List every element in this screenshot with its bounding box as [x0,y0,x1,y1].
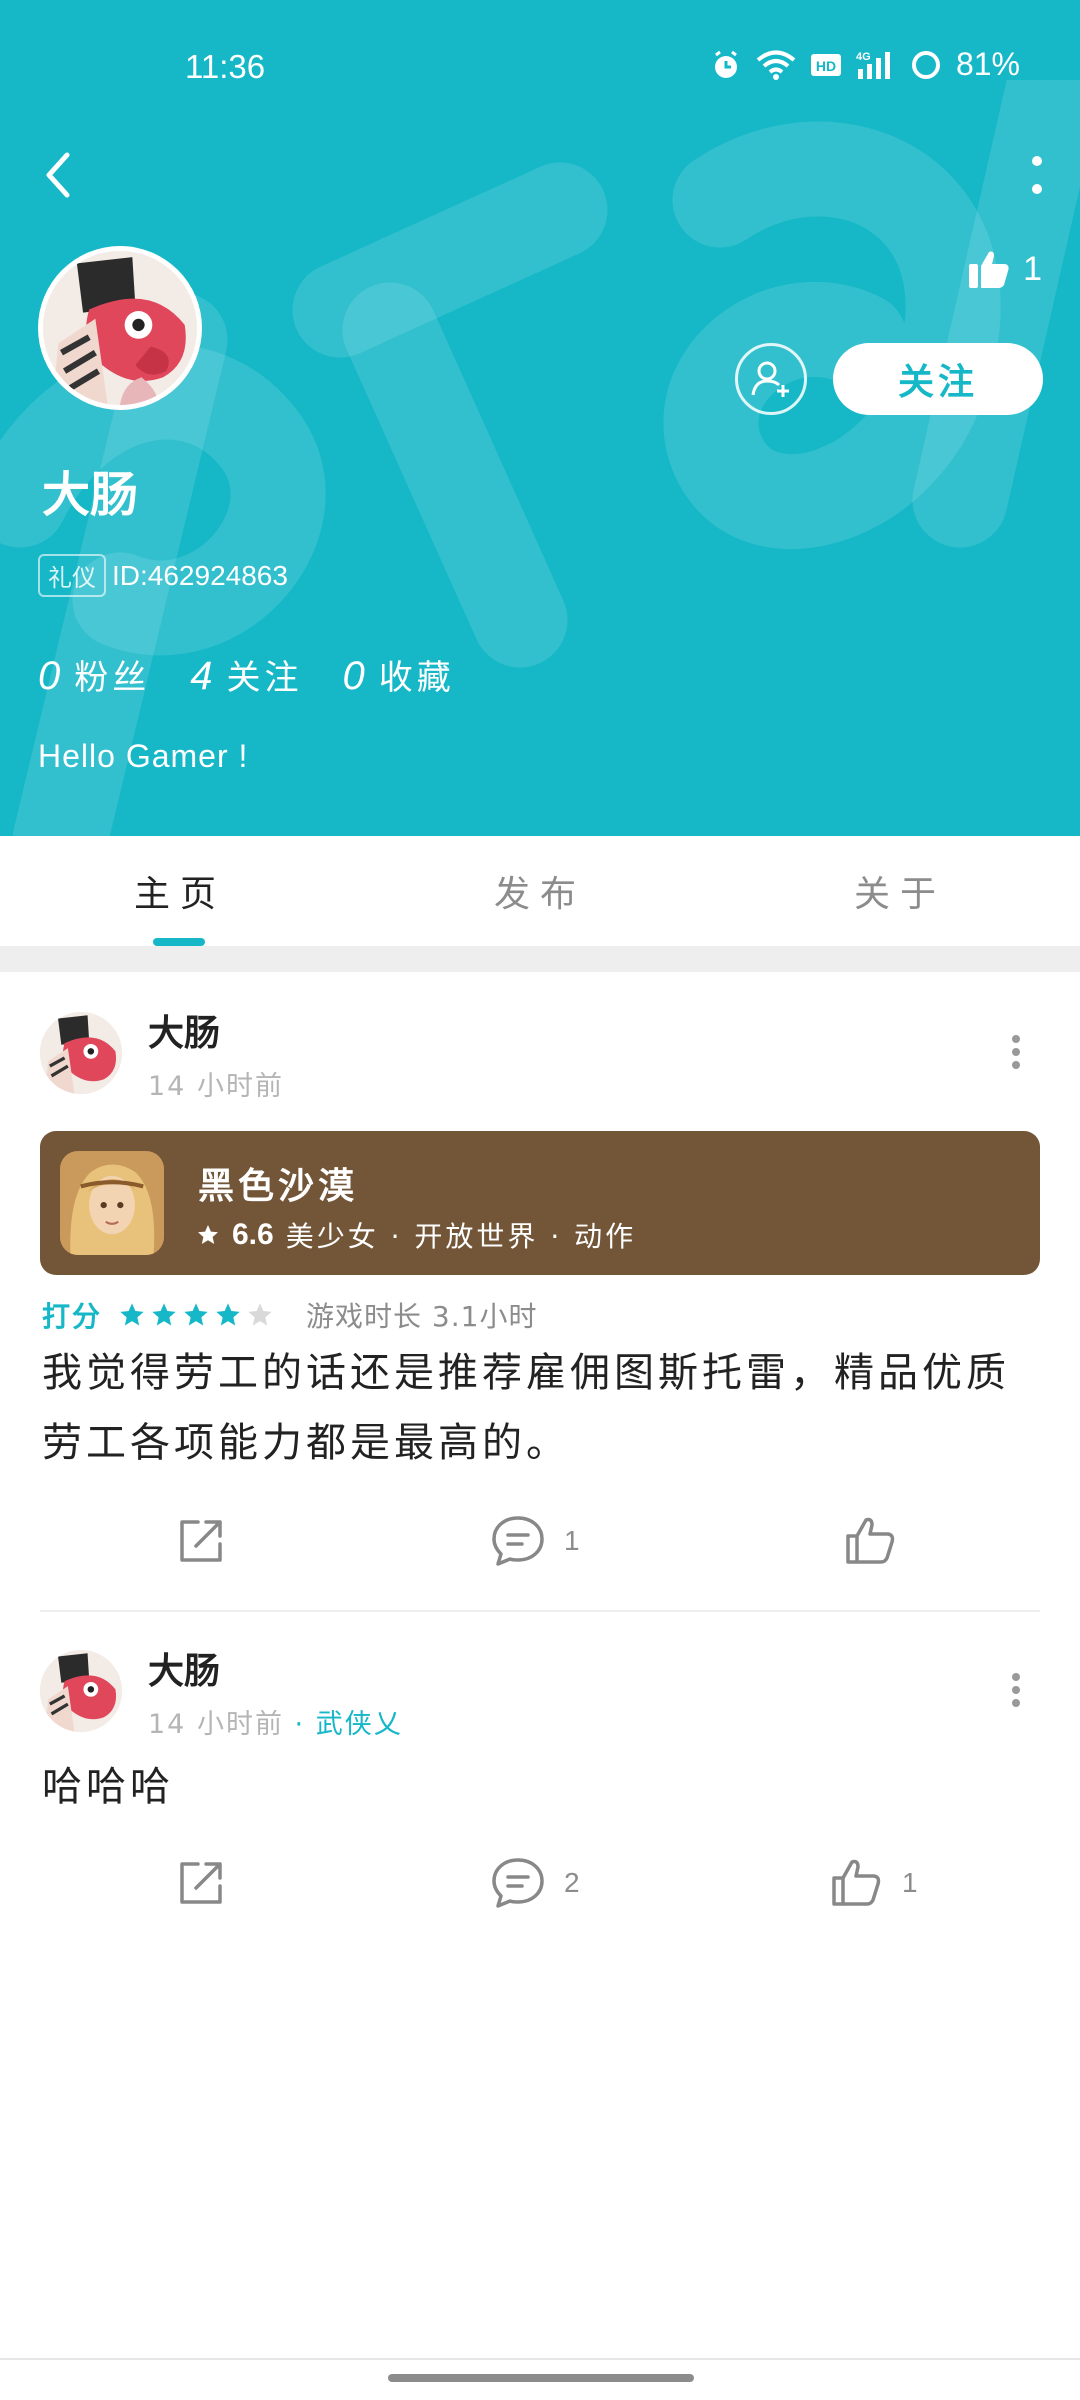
stat-num: 4 [190,654,213,698]
svg-text:4G: 4G [856,51,871,63]
comment-button[interactable]: 2 [490,1856,580,1910]
profile-header: 11:36 HD 4G 81% 1 关注 大肠 礼仪 ID:462924863 … [0,0,1080,836]
stat-label: 收藏 [378,658,455,698]
rating-stars [118,1301,274,1329]
stat-label: 关注 [226,658,303,698]
game-icon [60,1151,164,1255]
section-divider [0,946,1080,972]
game-name: 黑色沙漠 [198,1166,359,1207]
alarm-icon [710,49,742,81]
home-indicator[interactable] [388,2374,694,2382]
tab-about[interactable]: 关于 [720,836,1080,946]
stat-following[interactable]: 4 关注 [190,650,302,699]
profile-like-button[interactable]: 1 [967,248,1042,290]
thumbs-up-icon [832,1859,881,1906]
post-author-name[interactable]: 大肠 [148,1642,403,1694]
comment-icon [492,1858,544,1908]
playtime: 游戏时长 3.1小时 [306,1300,538,1333]
tab-active-indicator [153,938,205,946]
star-filled-icon [216,1303,240,1326]
profile-like-count: 1 [1023,249,1042,288]
tab-home[interactable]: 主页 [0,836,360,946]
battery-icon [910,49,942,81]
post-header: 大肠 14 小时前 · 武侠乂 [40,1642,403,1741]
thumbs-up-icon [969,251,1009,288]
more-vertical-icon [1012,1035,1020,1069]
star-empty-icon [248,1303,272,1326]
user-id: ID:462924863 [112,559,288,591]
bottom-divider [0,2358,1080,2360]
game-tags: 美少女 · 开放世界 · 动作 [285,1220,637,1253]
star-filled-icon [120,1303,144,1326]
stat-num: 0 [342,654,365,698]
post-body: 我觉得劳工的话还是推荐雇佣图斯托雷，精品优质劳工各项能力都是最高的。 [42,1350,1010,1466]
post-more-button[interactable] [996,1660,1036,1720]
rating-label: 打分 [42,1300,103,1333]
share-icon [180,1520,222,1562]
status-time: 11:36 [185,48,266,85]
star-filled-icon [184,1303,208,1326]
comment-icon [492,1516,544,1566]
like-button[interactable]: 1 [830,1856,918,1910]
post-separator [40,1610,1040,1612]
like-count: 1 [902,1867,918,1898]
comment-count: 1 [564,1525,580,1556]
rating-row: 打分 游戏时长 3.1小时 [42,1295,537,1335]
share-button[interactable] [174,1514,228,1568]
post-author-name[interactable]: 大肠 [148,1004,284,1056]
chevron-left-icon [46,152,70,198]
taptap-watermark [0,80,1080,836]
more-options-button[interactable] [1012,145,1062,205]
comment-button[interactable]: 1 [490,1514,580,1568]
like-button[interactable] [844,1514,916,1568]
tab-posts[interactable]: 发布 [360,836,720,946]
star-filled-icon [152,1303,176,1326]
post-header: 大肠 14 小时前 [40,1004,284,1103]
post-actions: 2 1 [0,1844,1080,1924]
more-vertical-icon [1012,1673,1020,1707]
follow-button[interactable]: 关注 [833,343,1043,415]
profile-username: 大肠 [42,467,139,523]
post-author-avatar[interactable] [40,1650,122,1732]
stat-num: 0 [38,654,61,698]
game-score: 6.6 [232,1218,274,1251]
wifi-icon [756,49,796,81]
signal-4g-icon: 4G [856,49,896,81]
post-time-text: 14 小时前 [148,1709,284,1740]
share-button[interactable] [174,1856,228,1910]
stat-label: 粉丝 [74,658,151,698]
profile-bio: Hello Gamer ! [38,738,249,774]
profile-tabs: 主页 发布 关于 [0,836,1080,946]
add-user-icon [751,361,789,397]
status-bar: 11:36 HD 4G 81% [0,40,1080,100]
comment-count: 2 [564,1867,580,1898]
post-author-avatar[interactable] [40,1012,122,1094]
stat-followers[interactable]: 0 粉丝 [38,650,150,699]
more-vertical-icon [1032,156,1042,194]
svg-text:HD: HD [816,58,836,74]
back-button[interactable] [28,140,88,210]
share-icon [180,1862,222,1904]
user-id-row: 礼仪 ID:462924863 [38,554,288,597]
post-actions: 1 [0,1502,1080,1582]
profile-avatar[interactable] [38,246,202,410]
user-badge[interactable]: 礼仪 [38,554,106,597]
game-card[interactable]: 黑色沙漠 6.6 美少女 · 开放世界 · 动作 [40,1131,1040,1275]
hd-icon: HD [810,51,842,79]
post-body: 哈哈哈 [42,1764,174,1810]
add-friend-button[interactable] [735,343,807,415]
game-info: 6.6 美少女 · 开放世界 · 动作 [196,1215,636,1255]
battery-percentage: 81% [955,46,1020,82]
star-icon [198,1225,218,1244]
post-circle-tag[interactable]: · 武侠乂 [295,1709,403,1740]
post-time: 14 小时前 [148,1071,284,1102]
post-time: 14 小时前 · 武侠乂 [148,1702,403,1741]
profile-stats: 0 粉丝 4 关注 0 收藏 [38,650,455,699]
post-more-button[interactable] [996,1022,1036,1082]
thumbs-up-icon [846,1517,895,1564]
stat-favorites[interactable]: 0 收藏 [343,650,455,699]
